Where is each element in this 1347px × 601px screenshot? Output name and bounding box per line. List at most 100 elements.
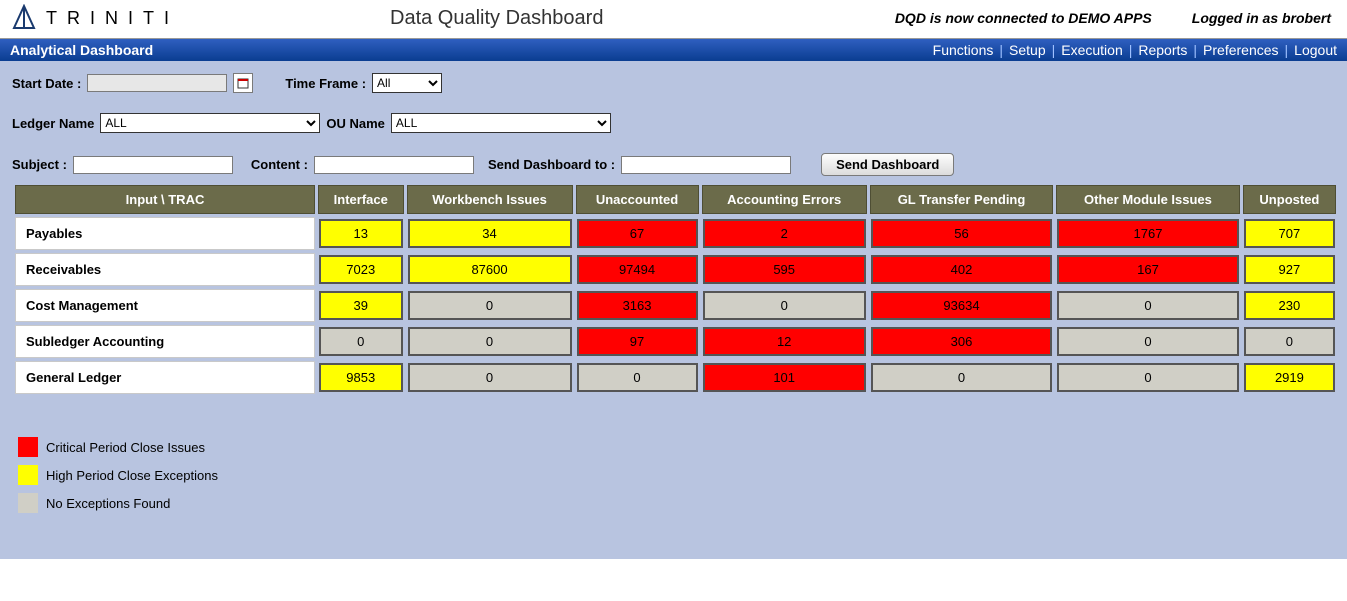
cell-value[interactable]: 3163 [577,291,698,320]
data-cell[interactable]: 167 [1056,253,1240,286]
cell-value[interactable]: 93634 [871,291,1052,320]
send-to-input[interactable] [621,156,791,174]
content-input[interactable] [314,156,474,174]
data-cell[interactable]: 0 [1243,325,1336,358]
data-cell[interactable]: 13 [318,217,404,250]
cell-value[interactable]: 230 [1244,291,1335,320]
cell-value[interactable]: 7023 [319,255,403,284]
data-cell[interactable]: 87600 [407,253,573,286]
cell-value[interactable]: 167 [1057,255,1239,284]
cell-value[interactable]: 97494 [577,255,698,284]
data-cell[interactable]: 0 [407,289,573,322]
data-cell[interactable]: 707 [1243,217,1336,250]
cell-value[interactable]: 56 [871,219,1052,248]
cell-value[interactable]: 595 [703,255,866,284]
cell-value[interactable]: 13 [319,219,403,248]
data-cell[interactable]: 0 [702,289,867,322]
ou-label: OU Name [326,116,385,131]
nav-reports[interactable]: Reports [1138,42,1187,58]
data-cell[interactable]: 927 [1243,253,1336,286]
data-cell[interactable]: 0 [576,361,699,394]
data-cell[interactable]: 1767 [1056,217,1240,250]
data-cell[interactable]: 595 [702,253,867,286]
data-cell[interactable]: 97 [576,325,699,358]
data-cell[interactable]: 67 [576,217,699,250]
data-cell[interactable]: 9853 [318,361,404,394]
cell-value[interactable]: 0 [1244,327,1335,356]
data-cell[interactable]: 39 [318,289,404,322]
cell-value[interactable]: 0 [1057,291,1239,320]
data-cell[interactable]: 0 [1056,361,1240,394]
cell-value[interactable]: 2919 [1244,363,1335,392]
cell-value[interactable]: 707 [1244,219,1335,248]
data-cell[interactable]: 0 [1056,289,1240,322]
time-frame-select[interactable]: All [372,73,442,93]
data-cell[interactable]: 56 [870,217,1053,250]
cell-value[interactable]: 12 [703,327,866,356]
col-other-module: Other Module Issues [1056,185,1240,214]
page-title: Data Quality Dashboard [390,7,603,30]
start-date-label: Start Date : [12,76,81,91]
cell-value[interactable]: 0 [577,363,698,392]
cell-value[interactable]: 0 [319,327,403,356]
time-frame-label: Time Frame : [285,76,366,91]
data-cell[interactable]: 3163 [576,289,699,322]
cell-value[interactable]: 1767 [1057,219,1239,248]
data-cell[interactable]: 0 [318,325,404,358]
ledger-select[interactable]: ALL [100,113,320,133]
data-cell[interactable]: 34 [407,217,573,250]
legend-critical-label: Critical Period Close Issues [46,440,205,455]
cell-value[interactable]: 97 [577,327,698,356]
data-cell[interactable]: 101 [702,361,867,394]
cell-value[interactable]: 9853 [319,363,403,392]
data-cell[interactable]: 7023 [318,253,404,286]
data-cell[interactable]: 306 [870,325,1053,358]
table-header-row: Input \ TRAC Interface Workbench Issues … [15,185,1336,214]
data-cell[interactable]: 0 [1056,325,1240,358]
table-row: General Ledger985300101002919 [15,361,1336,394]
cell-value[interactable]: 101 [703,363,866,392]
cell-value[interactable]: 402 [871,255,1052,284]
col-input-trac: Input \ TRAC [15,185,315,214]
login-status: Logged in as brobert [1192,10,1331,26]
data-cell[interactable]: 230 [1243,289,1336,322]
nav-functions[interactable]: Functions [933,42,994,58]
cell-value[interactable]: 39 [319,291,403,320]
nav-preferences[interactable]: Preferences [1203,42,1278,58]
calendar-icon[interactable] [233,73,253,93]
nav-setup[interactable]: Setup [1009,42,1046,58]
swatch-high [18,465,38,485]
data-cell[interactable]: 93634 [870,289,1053,322]
cell-value[interactable]: 0 [1057,363,1239,392]
send-dashboard-button[interactable]: Send Dashboard [821,153,954,176]
data-cell[interactable]: 2919 [1243,361,1336,394]
cell-value[interactable]: 67 [577,219,698,248]
cell-value[interactable]: 0 [703,291,866,320]
data-cell[interactable]: 12 [702,325,867,358]
cell-value[interactable]: 2 [703,219,866,248]
start-date-input[interactable] [87,74,227,92]
cell-value[interactable]: 0 [408,291,572,320]
data-cell[interactable]: 402 [870,253,1053,286]
subject-input[interactable] [73,156,233,174]
cell-value[interactable]: 306 [871,327,1052,356]
data-cell[interactable]: 0 [407,325,573,358]
data-cell[interactable]: 2 [702,217,867,250]
nav-title: Analytical Dashboard [10,42,153,58]
cell-value[interactable]: 87600 [408,255,572,284]
swatch-critical [18,437,38,457]
content-label: Content : [251,157,308,172]
cell-value[interactable]: 0 [1057,327,1239,356]
nav-logout[interactable]: Logout [1294,42,1337,58]
cell-value[interactable]: 0 [408,327,572,356]
cell-value[interactable]: 927 [1244,255,1335,284]
legend-critical: Critical Period Close Issues [18,437,1339,457]
data-cell[interactable]: 97494 [576,253,699,286]
nav-execution[interactable]: Execution [1061,42,1122,58]
cell-value[interactable]: 0 [871,363,1052,392]
cell-value[interactable]: 34 [408,219,572,248]
data-cell[interactable]: 0 [407,361,573,394]
data-cell[interactable]: 0 [870,361,1053,394]
cell-value[interactable]: 0 [408,363,572,392]
ou-select[interactable]: ALL [391,113,611,133]
